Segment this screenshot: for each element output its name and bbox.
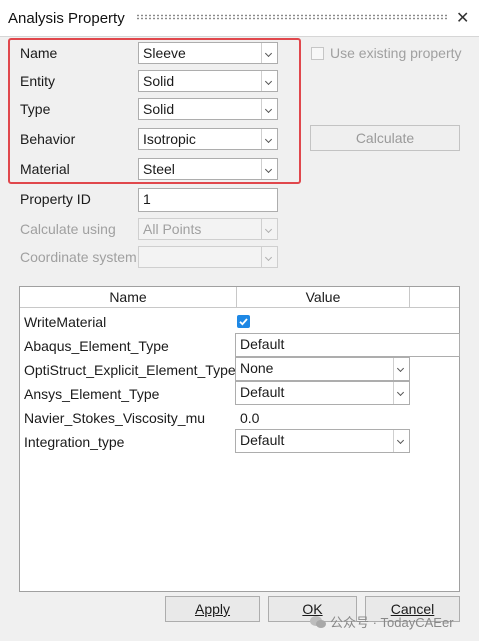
use-existing-checkbox[interactable] xyxy=(311,47,324,60)
type-value: Solid xyxy=(143,101,175,117)
calculate-using-select[interactable]: All Points xyxy=(138,218,278,240)
chevron-down-icon[interactable] xyxy=(261,159,277,179)
chevron-down-icon[interactable] xyxy=(261,43,277,63)
ansys-element-type-select[interactable]: Default xyxy=(235,381,410,405)
chevron-down-icon[interactable] xyxy=(393,430,409,452)
property-id-input[interactable]: 1 xyxy=(138,188,278,212)
coordinate-system-label: Coordinate system xyxy=(20,249,137,265)
table-header-value[interactable]: Value xyxy=(237,287,410,308)
abaqus-element-type-input[interactable]: Default xyxy=(235,333,460,357)
material-value: Steel xyxy=(143,161,175,177)
coordinate-system-select[interactable] xyxy=(138,246,278,268)
optistruct-element-type-select[interactable]: None xyxy=(235,357,410,381)
chevron-down-icon[interactable] xyxy=(261,99,277,119)
behavior-select[interactable]: Isotropic xyxy=(138,128,278,150)
material-select[interactable]: Steel xyxy=(138,158,278,180)
chevron-down-icon[interactable] xyxy=(261,71,277,91)
use-existing-label: Use existing property xyxy=(330,45,462,61)
entity-value: Solid xyxy=(143,73,175,89)
material-label: Material xyxy=(20,161,70,177)
table-row-label: Abaqus_Element_Type xyxy=(24,338,169,354)
check-icon xyxy=(239,318,248,326)
entity-select[interactable]: Solid xyxy=(138,70,278,92)
name-label: Name xyxy=(20,45,58,61)
table-row-label: Integration_type xyxy=(24,434,125,450)
apply-label: Apply xyxy=(194,601,231,617)
type-select[interactable]: Solid xyxy=(138,98,278,120)
table-row-value[interactable]: 0.0 xyxy=(240,410,259,426)
behavior-label: Behavior xyxy=(20,131,76,147)
name-value: Sleeve xyxy=(143,45,186,61)
integration-type-select[interactable]: Default xyxy=(235,429,410,453)
behavior-value: Isotropic xyxy=(143,131,196,147)
table-row-label: WriteMaterial xyxy=(24,314,107,330)
table-row-value: Default xyxy=(240,384,285,400)
chevron-down-icon[interactable] xyxy=(393,358,409,380)
apply-button[interactable]: Apply xyxy=(165,596,260,622)
chevron-down-icon[interactable] xyxy=(261,129,277,149)
name-select[interactable]: Sleeve xyxy=(138,42,278,64)
property-id-value: 1 xyxy=(143,191,151,207)
table-row-value: Default xyxy=(240,432,285,448)
chevron-down-icon[interactable] xyxy=(261,219,277,239)
calculate-button[interactable]: Calculate xyxy=(310,125,460,151)
table-header-filler xyxy=(410,287,459,308)
table-row-label: Ansys_Element_Type xyxy=(24,386,160,402)
drag-grip[interactable] xyxy=(136,14,448,20)
chevron-down-icon[interactable] xyxy=(261,247,277,267)
table-row-value: Default xyxy=(240,336,285,352)
close-icon[interactable]: ✕ xyxy=(456,8,469,28)
calculate-using-value: All Points xyxy=(143,221,202,237)
table-header-name[interactable]: Name xyxy=(20,287,237,308)
property-table: Name Value WriteMaterial Abaqus_Element_… xyxy=(19,286,460,592)
watermark-text: 公众号 · TodayCAEer xyxy=(330,615,454,630)
table-row-value: None xyxy=(240,360,274,376)
calculate-using-label: Calculate using xyxy=(20,221,116,237)
property-id-label: Property ID xyxy=(20,191,91,207)
entity-label: Entity xyxy=(20,73,56,89)
chevron-down-icon[interactable] xyxy=(393,382,409,404)
table-row-label: OptiStruct_Explicit_Element_Type xyxy=(24,362,236,378)
window-title: Analysis Property xyxy=(8,10,125,27)
write-material-checkbox[interactable] xyxy=(237,315,250,328)
type-label: Type xyxy=(20,101,51,117)
table-row-label: Navier_Stokes_Viscosity_mu xyxy=(24,410,206,426)
wechat-icon xyxy=(310,616,326,628)
watermark: 公众号 · TodayCAEer xyxy=(310,612,454,631)
